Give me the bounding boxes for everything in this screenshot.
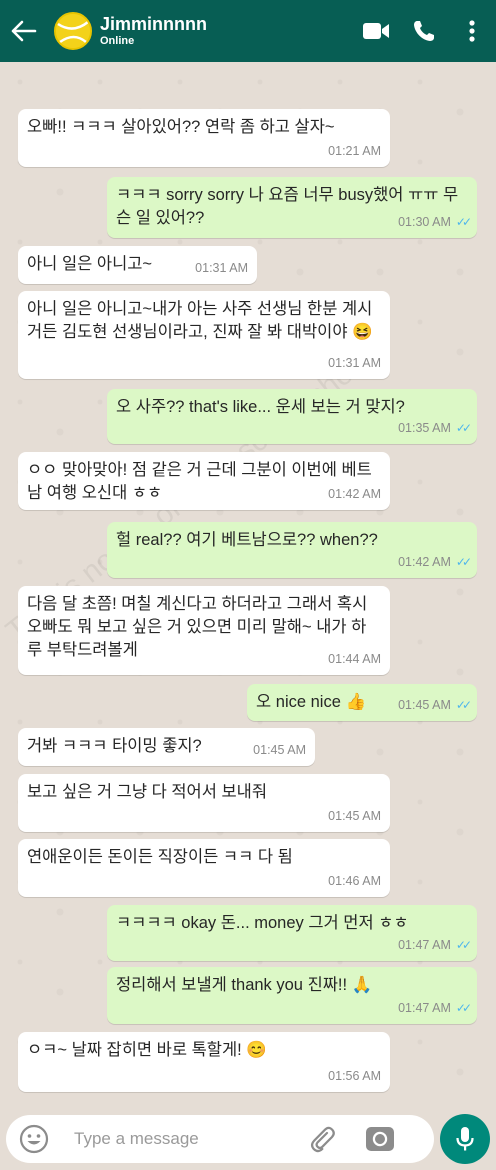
read-ticks-icon: ✓✓: [455, 555, 472, 569]
message-incoming[interactable]: 연애운이든 돈이든 직장이든 ㅋㅋ 다 됨 01:46 AM: [18, 839, 390, 897]
message-text: 오빠!! ㅋㅋㅋ 살아있어?? 연락 좀 하고 살자~: [27, 118, 335, 136]
more-vert-icon: [469, 20, 475, 42]
message-text: 헐 real?? 여기 베트남으로?? when??: [116, 531, 378, 549]
read-ticks-icon: ✓✓: [455, 1001, 472, 1015]
message-incoming[interactable]: ㅇㅋ~ 날짜 잡히면 바로 톡할게! 😊 01:56 AM: [18, 1032, 390, 1092]
read-ticks-icon: ✓✓: [455, 421, 472, 435]
message-text: 정리해서 보낼게 thank you 진짜!! 🙏: [116, 976, 373, 994]
camera-button[interactable]: [360, 1119, 400, 1159]
message-time: 01:45 AM: [253, 743, 306, 757]
back-arrow-icon: [11, 20, 37, 42]
message-incoming[interactable]: ㅇㅇ 맞아맞아! 점 같은 거 근데 그분이 이번에 베트남 여행 오신대 ㅎㅎ…: [18, 452, 390, 510]
video-call-button[interactable]: [356, 11, 396, 51]
contact-title[interactable]: Jimminnnnn Online: [100, 14, 207, 48]
message-time: 01:31 AM: [195, 261, 248, 275]
header-actions: [348, 11, 496, 51]
message-text: 보고 싶은 거 그냥 다 적어서 보내줘: [27, 783, 268, 801]
message-incoming[interactable]: 아니 일은 아니고~ 01:31 AM: [18, 246, 257, 284]
read-ticks-icon: ✓✓: [455, 698, 472, 712]
message-text: 아니 일은 아니고~내가 아는 사주 선생님 한분 계시거든 김도현 선생님이라…: [27, 300, 373, 341]
message-outgoing[interactable]: ㅋㅋㅋㅋ okay 돈... money 그거 먼저 ㅎㅎ 01:47 AM ✓✓: [107, 905, 477, 961]
menu-button[interactable]: [452, 11, 492, 51]
message-time: 01:42 AM: [398, 555, 451, 569]
mic-button[interactable]: [440, 1114, 490, 1164]
message-time: 01:30 AM: [398, 215, 451, 229]
message-incoming[interactable]: 아니 일은 아니고~내가 아는 사주 선생님 한분 계시거든 김도현 선생님이라…: [18, 291, 390, 379]
read-ticks-icon: ✓✓: [455, 938, 472, 952]
message-incoming[interactable]: 보고 싶은 거 그냥 다 적어서 보내줘 01:45 AM: [18, 774, 390, 832]
message-outgoing[interactable]: 오 사주?? that's like... 운세 보는 거 맞지? 01:35 …: [107, 389, 477, 444]
message-text: 오 사주?? that's like... 운세 보는 거 맞지?: [116, 398, 405, 416]
message-incoming[interactable]: 다음 달 초쯤! 며칠 계신다고 하더라고 그래서 혹시 오빠도 뭐 보고 싶은…: [18, 586, 390, 675]
message-time: 01:47 AM: [398, 1001, 451, 1015]
message-time: 01:47 AM: [398, 938, 451, 952]
message-outgoing[interactable]: 헐 real?? 여기 베트남으로?? when?? 01:42 AM ✓✓: [107, 522, 477, 578]
message-time: 01:46 AM: [328, 874, 381, 888]
chat-area[interactable]: This is not an original screenshot!!! 오빠…: [0, 62, 496, 1107]
message-incoming[interactable]: 거봐 ㅋㅋㅋ 타이밍 좋지? 01:45 AM: [18, 728, 315, 766]
message-text: ㅋㅋㅋㅋ okay 돈... money 그거 먼저 ㅎㅎ: [116, 914, 409, 932]
emoji-icon: [19, 1124, 49, 1154]
message-input[interactable]: [74, 1129, 294, 1149]
message-time: 01:21 AM: [328, 144, 381, 158]
message-time: 01:56 AM: [328, 1069, 381, 1083]
paperclip-icon: [310, 1126, 335, 1153]
message-outgoing[interactable]: 오 nice nice 👍 01:45 AM ✓✓: [247, 684, 477, 721]
message-time: 01:45 AM: [398, 698, 451, 712]
message-time: 01:44 AM: [328, 652, 381, 666]
message-outgoing[interactable]: ㅋㅋㅋ sorry sorry 나 요즘 너무 busy했어 ㅠㅠ 무슨 일 있…: [107, 177, 477, 238]
message-composer: [6, 1115, 434, 1163]
message-text: 연애운이든 돈이든 직장이든 ㅋㅋ 다 됨: [27, 848, 293, 866]
mic-icon: [456, 1127, 474, 1151]
avatar-image: [56, 14, 90, 48]
camera-icon: [366, 1127, 394, 1151]
contact-status: Online: [100, 35, 135, 47]
message-time: 01:31 AM: [328, 356, 381, 370]
back-button[interactable]: [2, 0, 46, 62]
message-outgoing[interactable]: 정리해서 보낼게 thank you 진짜!! 🙏 01:47 AM ✓✓: [107, 967, 477, 1024]
voice-call-button[interactable]: [404, 11, 444, 51]
avatar[interactable]: [54, 12, 92, 50]
message-time: 01:35 AM: [398, 421, 451, 435]
message-text: ㅇㅋ~ 날짜 잡히면 바로 톡할게! 😊: [27, 1041, 267, 1059]
message-time: 01:42 AM: [328, 487, 381, 501]
chat-header: Jimminnnnn Online: [0, 0, 496, 62]
phone-icon: [414, 21, 434, 41]
contact-name: Jimminnnnn: [100, 14, 207, 34]
video-call-icon: [363, 23, 389, 39]
message-incoming[interactable]: 오빠!! ㅋㅋㅋ 살아있어?? 연락 좀 하고 살자~ 01:21 AM: [18, 109, 390, 167]
read-ticks-icon: ✓✓: [455, 215, 472, 229]
attach-button[interactable]: [302, 1119, 342, 1159]
emoji-button[interactable]: [14, 1119, 54, 1159]
message-time: 01:45 AM: [328, 809, 381, 823]
